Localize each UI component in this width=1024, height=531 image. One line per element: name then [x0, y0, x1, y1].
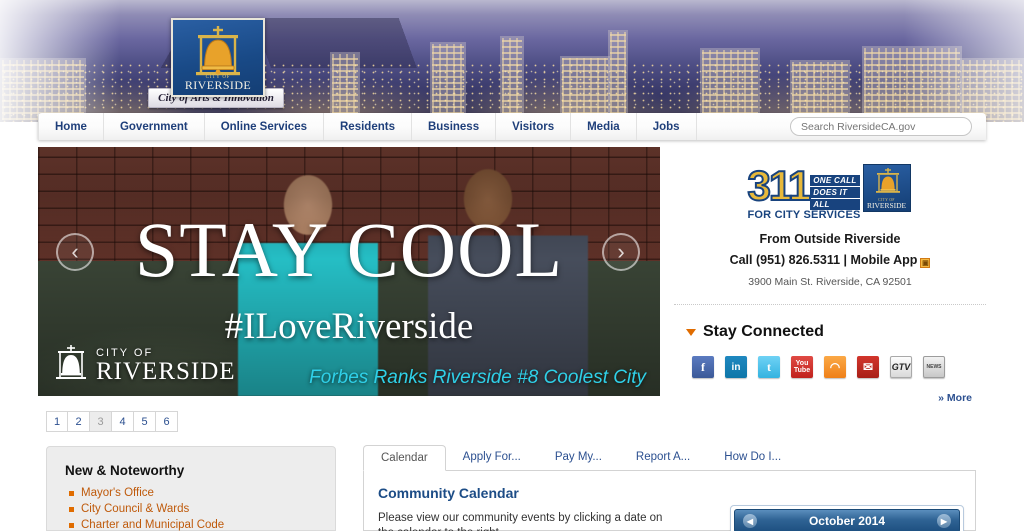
link-charter-municipal-code[interactable]: Charter and Municipal Code	[81, 519, 224, 531]
311-bell-riverside: RIVERSIDE	[866, 201, 907, 210]
gtv-icon[interactable]: GTV	[890, 356, 912, 378]
carousel-page-2[interactable]: 2	[68, 411, 90, 432]
carousel-next-button[interactable]: ›	[602, 233, 640, 271]
carousel-pagination: 1 2 3 4 5 6	[46, 411, 178, 432]
bullet-icon	[69, 506, 74, 512]
list-item[interactable]: City Council & Wards	[69, 503, 335, 515]
calendar-header: ◀ October 2014 ▶	[734, 509, 960, 531]
community-calendar-heading: Community Calendar	[378, 485, 519, 501]
carousel-prev-button[interactable]: ‹	[56, 233, 94, 271]
carousel-logo-riverside: RIVERSIDE	[96, 358, 236, 385]
link-city-council-wards[interactable]: City Council & Wards	[81, 503, 189, 515]
city-logo[interactable]: CITY OF RIVERSIDE	[171, 18, 265, 97]
311-for-city-services: FOR CITY SERVICES	[747, 209, 861, 221]
city-logo-box: CITY OF RIVERSIDE	[171, 18, 265, 97]
new-noteworthy-list: Mayor's Office City Council & Wards Char…	[47, 487, 335, 531]
carousel-subtitle: #ILoveRiverside	[224, 306, 474, 347]
carousel-page-4[interactable]: 4	[112, 411, 134, 432]
carousel-page-1[interactable]: 1	[46, 411, 68, 432]
311-chip-all: ALL	[810, 198, 860, 210]
tab-how-do-i[interactable]: How Do I...	[707, 444, 798, 470]
linkedin-icon[interactable]: in	[725, 356, 747, 378]
nav-item-online-services[interactable]: Online Services	[205, 113, 324, 140]
tab-calendar[interactable]: Calendar	[363, 445, 446, 471]
nav-item-business[interactable]: Business	[412, 113, 497, 140]
list-item[interactable]: Charter and Municipal Code	[69, 519, 335, 531]
main-navigation: Home Government Online Services Resident…	[38, 113, 986, 140]
sidebar-divider	[674, 304, 986, 305]
carousel-page-3[interactable]: 3	[90, 411, 112, 432]
rss-icon[interactable]: ◠	[824, 356, 846, 378]
social-icons-row: f in t You Tube ◠ ✉ GTV NEWS	[674, 356, 986, 378]
311-address: 3900 Main St. Riverside, CA 92501	[748, 276, 912, 288]
311-call-text[interactable]: Call (951) 826.5311 | Mobile App	[730, 253, 918, 267]
community-calendar-description: Please view our community events by clic…	[378, 512, 663, 531]
mobile-app-icon[interactable]: ▣	[920, 258, 931, 268]
email-icon[interactable]: ✉	[857, 356, 879, 378]
link-mayors-office[interactable]: Mayor's Office	[81, 487, 154, 499]
calendar-widget[interactable]: ◀ October 2014 ▶ Su Mo Tu We Th Fr Sa	[730, 505, 964, 531]
311-call-line: Call (951) 826.5311 | Mobile App ▣	[674, 253, 986, 268]
list-item[interactable]: Mayor's Office	[69, 487, 335, 499]
tab-bar: Calendar Apply For... Pay My... Report A…	[363, 444, 976, 471]
hero-carousel[interactable]: STAY COOL #ILoveRiverside CITY OF RIVERS…	[38, 147, 660, 396]
tab-apply-for[interactable]: Apply For...	[446, 444, 538, 470]
youtube-icon[interactable]: You Tube	[791, 356, 813, 378]
nav-item-residents[interactable]: Residents	[324, 113, 412, 140]
carousel-title: STAY COOL	[134, 206, 564, 293]
youtube-icon-bottom: Tube	[793, 367, 811, 374]
stay-connected-header[interactable]: Stay Connected	[674, 323, 986, 341]
services-tab-panel: Calendar Apply For... Pay My... Report A…	[363, 444, 976, 531]
calendar-next-month-button[interactable]: ▶	[936, 514, 951, 528]
search-input[interactable]	[790, 117, 972, 136]
stay-connected-more-link[interactable]: » More	[674, 392, 986, 404]
mission-bell-icon	[196, 26, 240, 76]
mission-bell-icon-311	[875, 168, 900, 193]
facebook-icon[interactable]: f	[692, 356, 714, 378]
logo-riverside-text: RIVERSIDE	[184, 78, 252, 92]
carousel-forbes-caption: Forbes Ranks Riverside #8 Coolest City	[309, 367, 646, 388]
tab-pay-my[interactable]: Pay My...	[538, 444, 619, 470]
carousel-page-5[interactable]: 5	[134, 411, 156, 432]
mission-bell-icon-overlay	[56, 345, 86, 379]
carousel-page-6[interactable]: 6	[156, 411, 178, 432]
311-chip-does-it: DOES IT	[810, 186, 860, 198]
311-chip-one-call: ONE CALL	[810, 174, 860, 186]
new-noteworthy-title: New & Noteworthy	[65, 463, 185, 478]
bullet-icon	[69, 490, 74, 496]
calendar-prev-month-button[interactable]: ◀	[743, 514, 757, 528]
carousel-overlay-logo: CITY OF RIVERSIDE	[54, 344, 236, 384]
nav-item-media[interactable]: Media	[571, 113, 637, 140]
bullet-icon	[69, 522, 74, 528]
311-riverside-bell-badge: CITY OF RIVERSIDE	[862, 164, 911, 212]
carousel-overlay-logo-text: CITY OF RIVERSIDE	[96, 348, 236, 385]
nav-item-government[interactable]: Government	[104, 113, 205, 140]
twitter-icon[interactable]: t	[758, 356, 780, 378]
tab-report-a[interactable]: Report A...	[619, 444, 707, 470]
news-icon[interactable]: NEWS	[923, 356, 945, 378]
page-root: CITY OF RIVERSIDE City of Arts & Innovat…	[0, 0, 1024, 531]
tab-content-calendar: Community Calendar Please view our commu…	[363, 471, 976, 531]
stay-connected-title: Stay Connected	[703, 323, 824, 340]
nav-item-home[interactable]: Home	[38, 113, 104, 140]
collapse-triangle-icon[interactable]	[686, 328, 696, 336]
nav-item-visitors[interactable]: Visitors	[496, 113, 572, 140]
nav-item-jobs[interactable]: Jobs	[637, 113, 697, 140]
311-from-outside-riverside: From Outside Riverside	[759, 232, 901, 246]
youtube-icon-top: You	[795, 360, 809, 367]
new-noteworthy-panel: New & Noteworthy Mayor's Office City Cou…	[46, 446, 336, 531]
311-service-logo[interactable]: 311 ONE CALL DOES IT ALL CITY OF RIVERSI…	[747, 163, 913, 221]
right-sidebar: 311 ONE CALL DOES IT ALL CITY OF RIVERSI…	[674, 150, 986, 404]
calendar-month-label: October 2014	[808, 514, 886, 528]
